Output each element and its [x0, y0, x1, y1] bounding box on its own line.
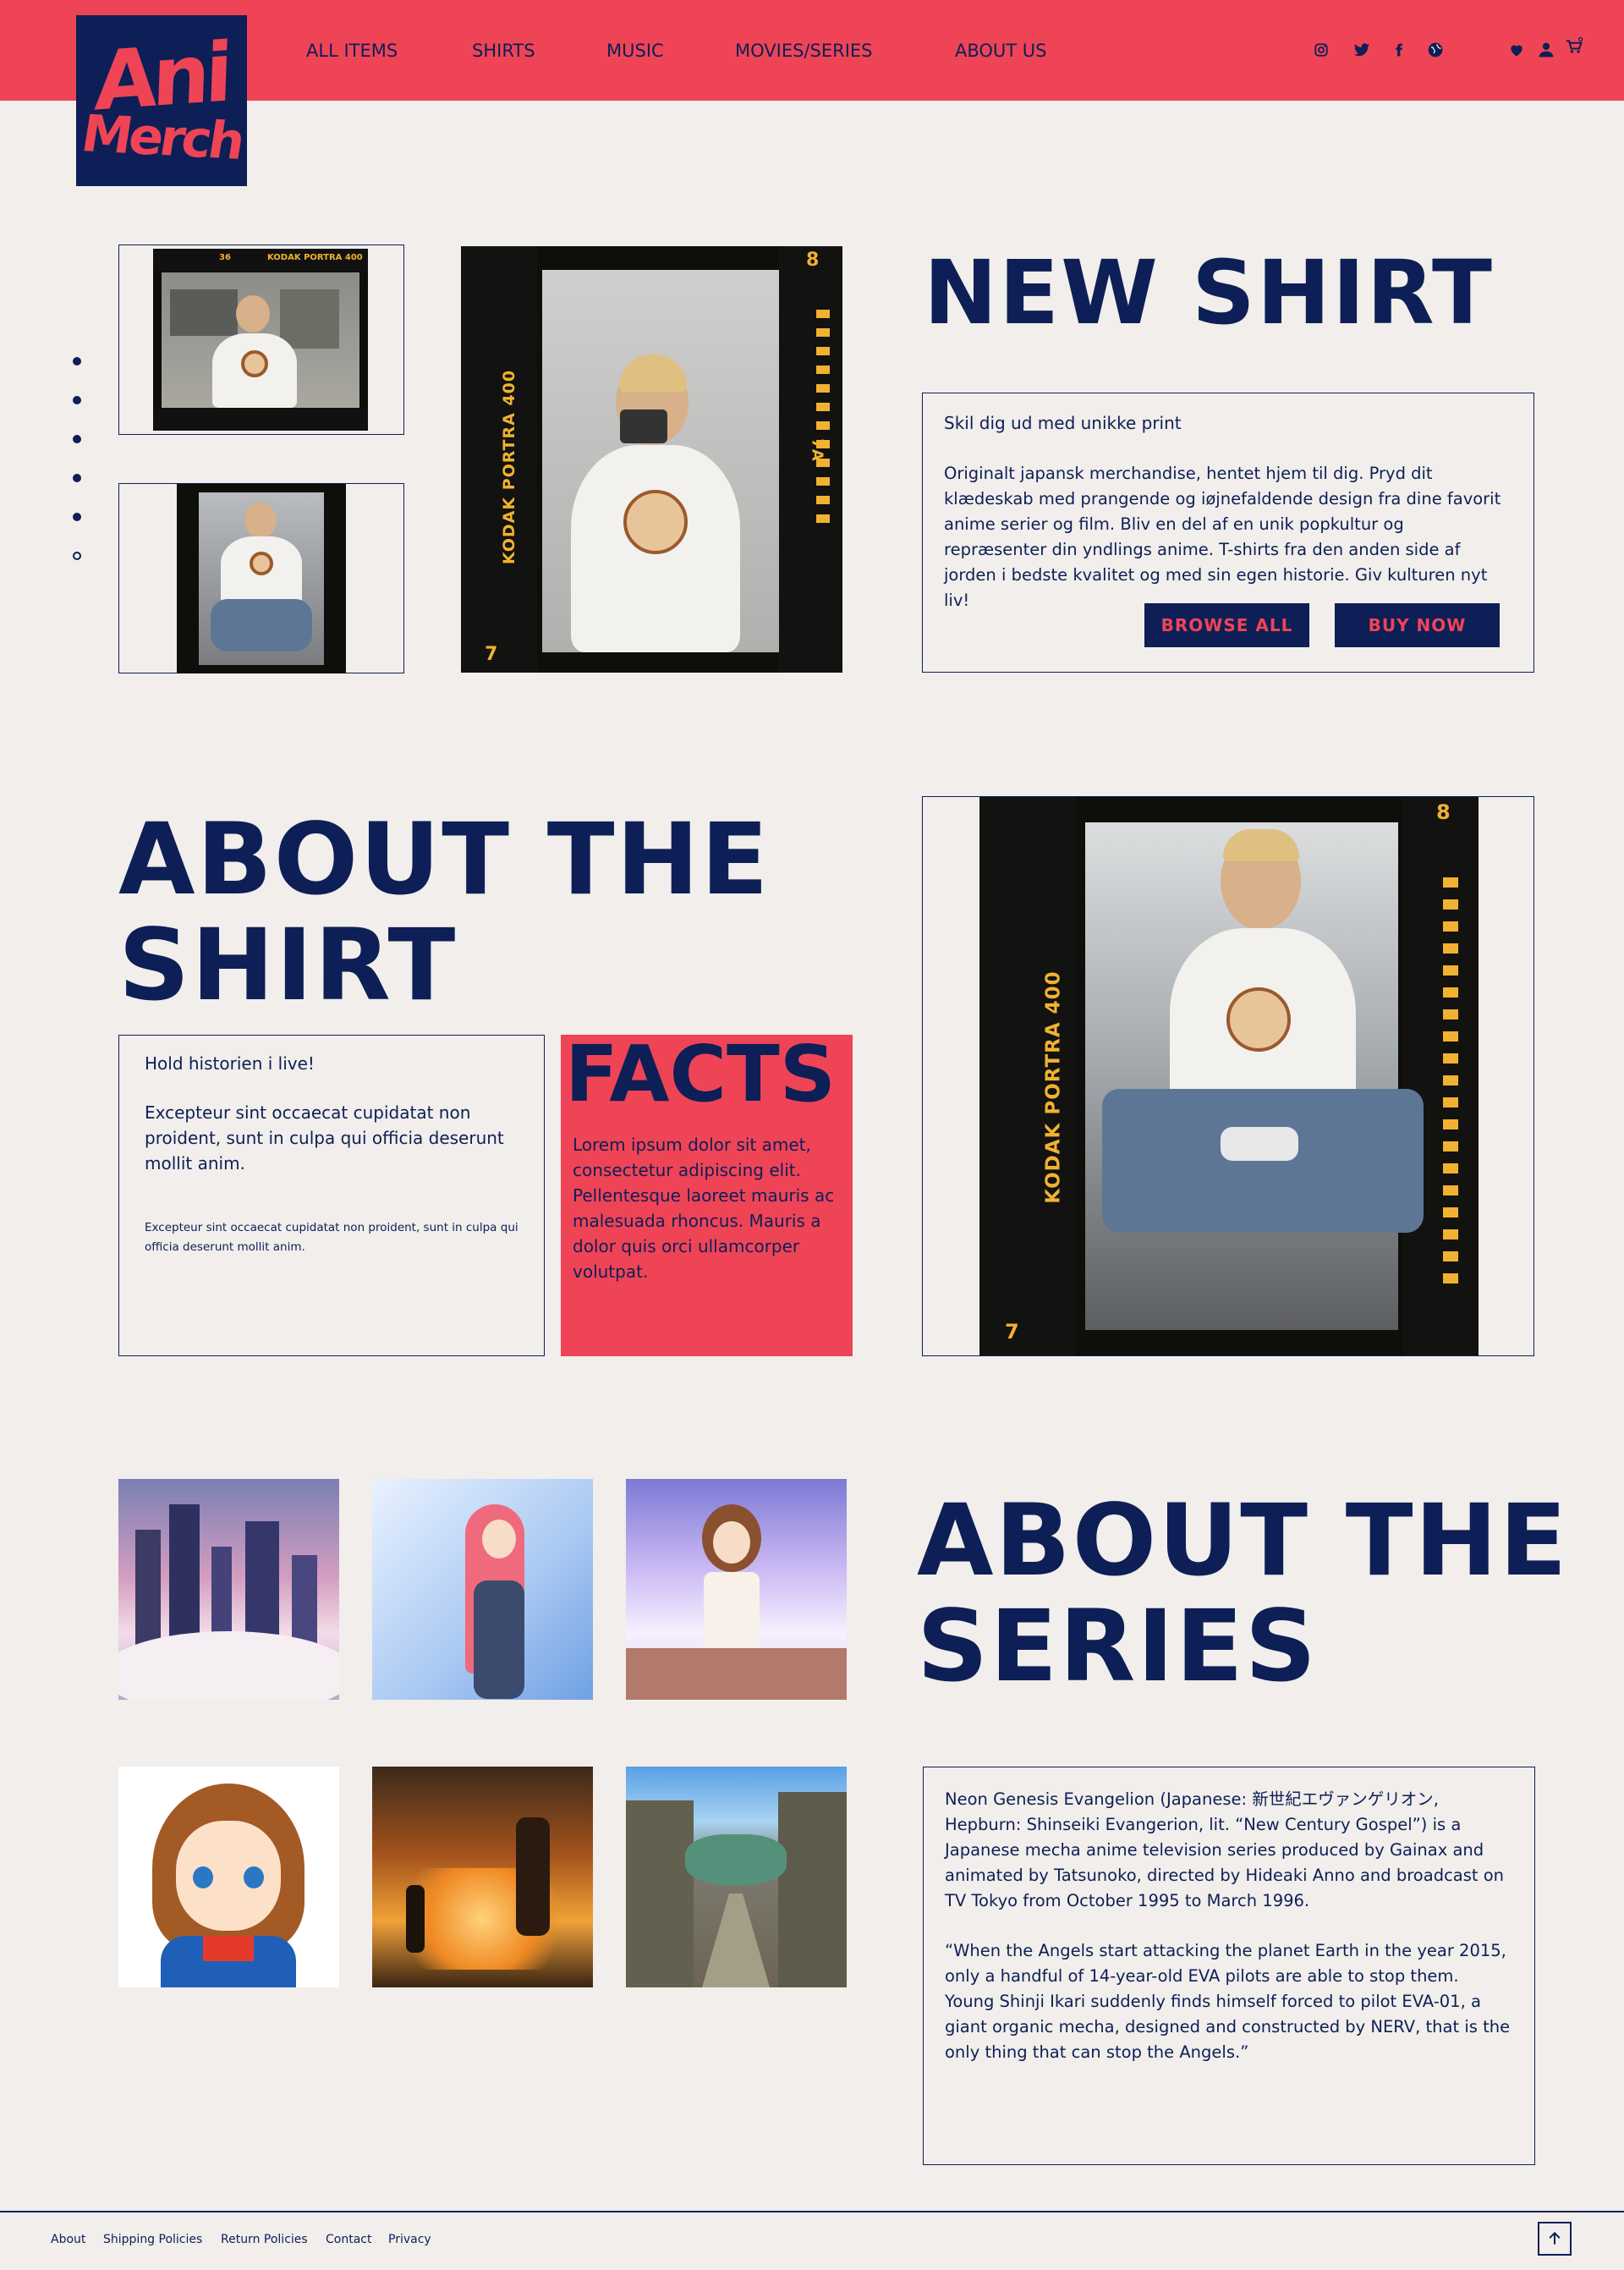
hero-box-heading: Skil dig ud med unikke print	[944, 413, 1182, 433]
cart-icon[interactable]	[1564, 37, 1584, 56]
about-shirt-box-small: Excepteur sint occaecat cupidatat non pr…	[145, 1221, 518, 1254]
footer-link-shipping[interactable]: Shipping Policies	[103, 2233, 202, 2246]
twitter-icon[interactable]	[1353, 41, 1370, 59]
slide-dot-3[interactable]	[73, 435, 81, 443]
slide-dot-4[interactable]	[73, 474, 81, 482]
about-shirt-box	[118, 1035, 545, 1356]
film-barcode	[816, 310, 830, 530]
hero-title: NEW SHIRT	[924, 241, 1494, 344]
footer-link-contact[interactable]: Contact	[326, 2233, 371, 2246]
hero-main-photo: 7 KODAK PORTRA 400 8 7A	[461, 246, 842, 673]
film-mark-top-2: 8	[1436, 800, 1451, 824]
film-mark-left-2: 7	[1005, 1320, 1019, 1344]
game-controller-icon	[1221, 1127, 1298, 1161]
about-shirt-box-heading: Hold historien i live!	[145, 1053, 315, 1074]
slide-dot-6-active[interactable]	[73, 552, 81, 560]
about-series-para2: “When the Angels start attacking the pla…	[945, 1941, 1511, 2062]
film-label-vertical: KODAK PORTRA 400	[500, 369, 519, 565]
film-label: KODAK PORTRA 400	[267, 253, 363, 262]
footer-divider	[0, 2211, 1624, 2212]
logo-line-2: Merch	[77, 104, 246, 172]
back-to-top-button[interactable]	[1538, 2222, 1572, 2256]
slide-dot-2[interactable]	[73, 396, 81, 404]
hero-box-text: Originalt japansk merchandise, hentet hj…	[944, 464, 1501, 610]
about-shirt-title-line1: ABOUT THE	[118, 801, 771, 917]
ani-merch-logo[interactable]: Ani Merch	[76, 15, 247, 186]
footer-link-returns[interactable]: Return Policies	[221, 2233, 308, 2246]
film-photo-thumb-1: KODAK PORTRA 400 36	[153, 249, 368, 431]
footer-link-about[interactable]: About	[51, 2233, 85, 2246]
hero-thumb-2[interactable]	[118, 483, 404, 673]
film-mark: 36	[219, 253, 231, 262]
film-barcode-2	[1443, 877, 1458, 1283]
film-mark-left: 7	[485, 644, 498, 665]
nav-all-items[interactable]: ALL ITEMS	[306, 41, 398, 61]
camera-icon	[620, 409, 667, 443]
buy-now-button[interactable]: BUY NOW	[1335, 603, 1500, 647]
gallery-image-fire-battle[interactable]	[372, 1767, 593, 1987]
user-icon[interactable]	[1538, 41, 1555, 59]
hero-thumb-1[interactable]: KODAK PORTRA 400 36	[118, 245, 404, 435]
globe-icon[interactable]	[1427, 41, 1444, 59]
nav-about-us[interactable]: ABOUT US	[955, 41, 1047, 61]
about-series-title-line2: SERIES	[917, 1588, 1319, 1704]
browse-all-button[interactable]: BROWSE ALL	[1144, 603, 1309, 647]
facts-text: Lorem ipsum dolor sit amet, consectetur …	[573, 1135, 835, 1282]
gallery-image-classroom-girl[interactable]	[626, 1479, 847, 1700]
gallery-image-pink-hair-pilot[interactable]	[372, 1479, 593, 1700]
about-series-para1: Neon Genesis Evangelion (Japanese: 新世紀エヴ…	[945, 1789, 1505, 1910]
about-shirt-box-text: Excepteur sint occaecat cupidatat non pr…	[145, 1102, 504, 1173]
facebook-icon[interactable]	[1392, 41, 1406, 59]
nav-shirts[interactable]: SHIRTS	[472, 41, 535, 61]
about-shirt-photo: 7 KODAK PORTRA 400 8	[979, 797, 1479, 1355]
slide-dot-1[interactable]	[73, 357, 81, 366]
instagram-icon[interactable]	[1314, 41, 1329, 59]
arrow-up-icon	[1549, 2231, 1561, 2245]
gallery-image-alley-street[interactable]	[626, 1767, 847, 1987]
heart-icon[interactable]	[1508, 41, 1525, 59]
film-mark-top: 8	[806, 250, 820, 271]
slide-dot-5[interactable]	[73, 513, 81, 521]
gallery-image-anime-girl-portrait[interactable]	[118, 1767, 339, 1987]
about-shirt-title-line2: SHIRT	[118, 907, 458, 1023]
gallery-image-city-clouds[interactable]	[118, 1479, 339, 1700]
film-mark-7a: 7A	[808, 438, 826, 461]
facts-title: FACTS	[565, 1029, 837, 1119]
about-series-title-line1: ABOUT THE	[917, 1482, 1569, 1598]
nav-movies-series[interactable]: MOVIES/SERIES	[735, 41, 873, 61]
footer-link-privacy[interactable]: Privacy	[388, 2233, 431, 2246]
nav-music[interactable]: MUSIC	[606, 41, 664, 61]
film-label-vertical-2: KODAK PORTRA 400	[1042, 970, 1065, 1204]
film-photo-thumb-2	[177, 484, 346, 673]
